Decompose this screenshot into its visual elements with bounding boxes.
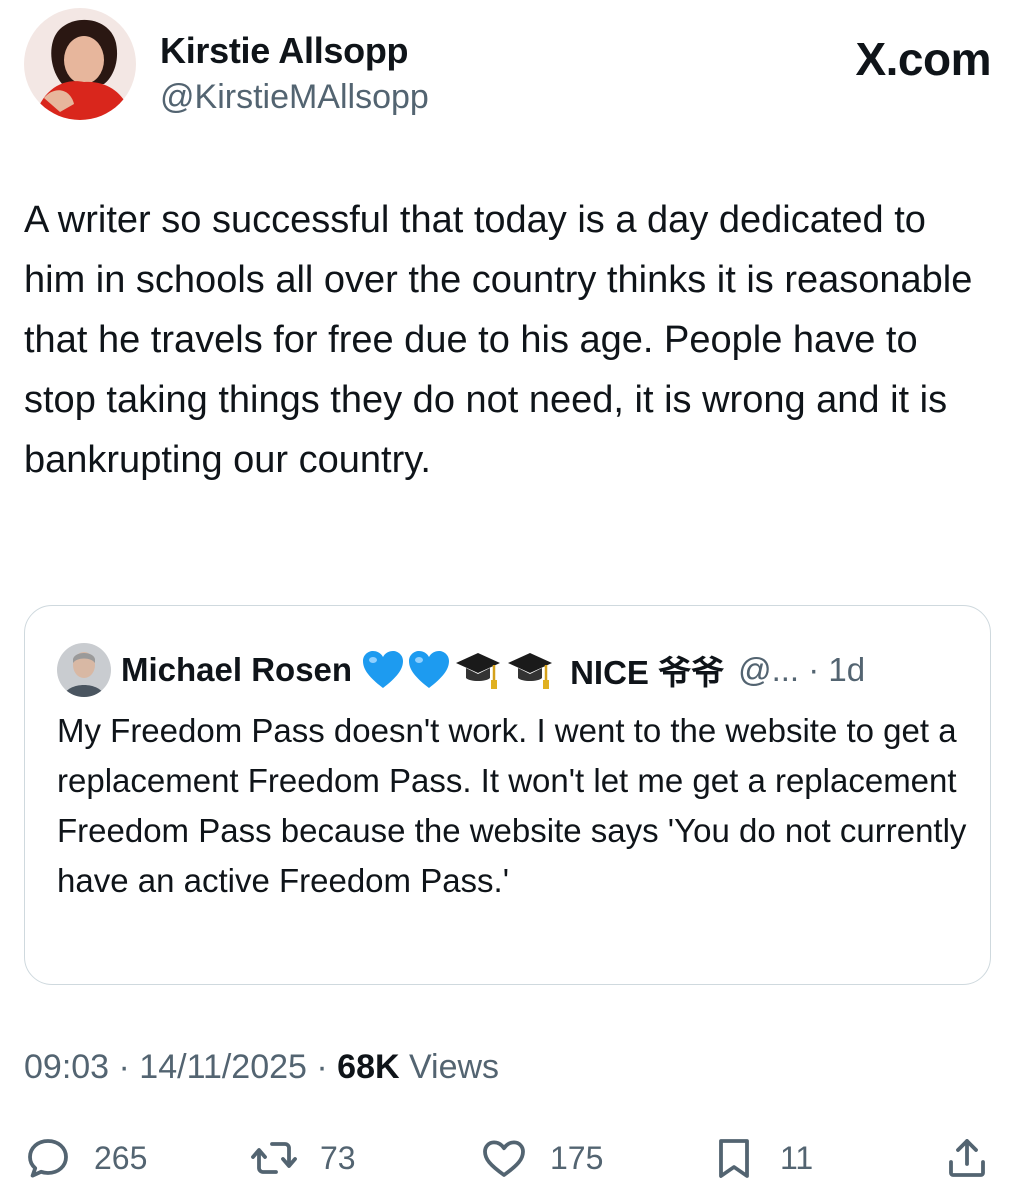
author-avatar[interactable] (24, 8, 136, 120)
bookmark-count: 11 (780, 1139, 814, 1176)
heart-icon (483, 1140, 525, 1177)
author-handle[interactable]: @KirstieMAllsopp (160, 78, 429, 117)
repost-button[interactable]: 73 (250, 1130, 356, 1186)
reply-count: 265 (94, 1139, 148, 1176)
tweet-meta: 09:03 · 14/11/2025 · 68K Views (24, 1048, 499, 1087)
reply-button[interactable]: 265 (24, 1130, 147, 1186)
quoted-author-avatar[interactable] (57, 643, 111, 697)
quoted-author-name-suffix: NICE 爷爷 (570, 654, 725, 691)
bookmark-icon (719, 1139, 749, 1178)
views-label: Views (399, 1048, 500, 1086)
quoted-author-name[interactable]: Michael Rosen (121, 651, 352, 689)
quoted-tweet-header: Michael Rosen NICE 爷爷 @... · 1d (57, 642, 970, 698)
graduation-cap-icon (456, 653, 501, 689)
quoted-handle-time[interactable]: @... · 1d (738, 651, 865, 689)
like-button[interactable]: 175 (480, 1130, 603, 1186)
quoted-tweet-text: My Freedom Pass doesn't work. I went to … (57, 712, 967, 899)
share-icon (949, 1139, 985, 1177)
quoted-tweet[interactable]: Michael Rosen NICE 爷爷 @... · 1d My Freed… (24, 605, 991, 985)
blue-heart-icon (409, 651, 450, 688)
bookmark-button[interactable]: 11 (710, 1130, 813, 1186)
like-count: 175 (550, 1139, 604, 1176)
views-count: 68K (337, 1048, 400, 1086)
repost-count: 73 (320, 1139, 356, 1176)
tweet-header: Kirstie Allsopp @KirstieMAllsopp X.com (24, 8, 991, 128)
tweet-text: A writer so successful that today is a d… (24, 199, 973, 481)
timestamp[interactable]: 09:03 · 14/11/2025 · (24, 1048, 337, 1086)
share-button[interactable] (943, 1130, 991, 1186)
action-bar: 265 73 175 11 (24, 1130, 991, 1186)
brand-logo-text: X.com (855, 33, 991, 85)
blue-heart-icon (363, 651, 404, 688)
name-emoji-badges (362, 649, 558, 691)
repost-icon (251, 1142, 297, 1174)
author-name[interactable]: Kirstie Allsopp (160, 30, 409, 72)
reply-icon (28, 1139, 68, 1178)
graduation-cap-icon (508, 653, 553, 689)
